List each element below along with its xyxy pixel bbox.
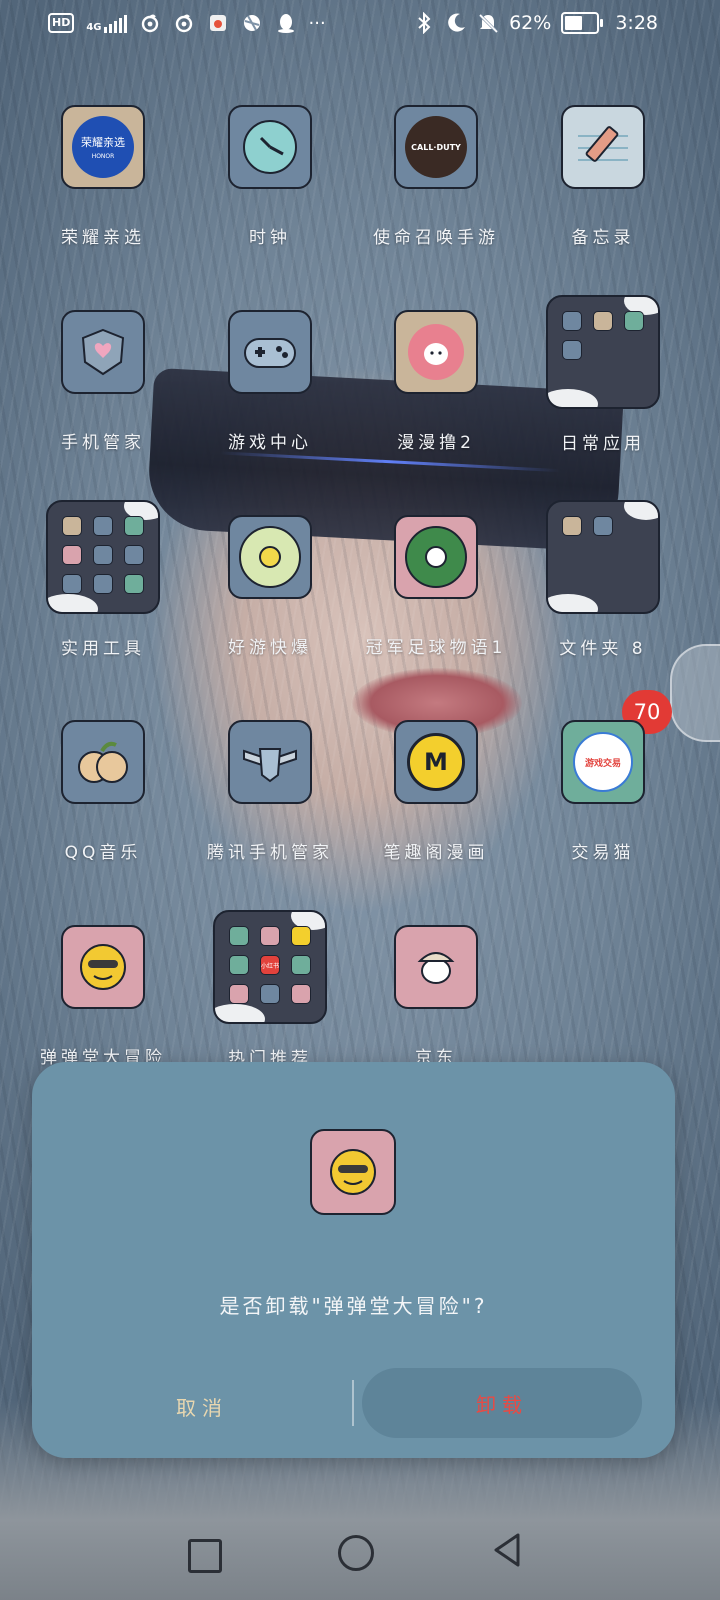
app-game-center[interactable]: 游戏中心 (195, 310, 345, 453)
app-label: 冠军足球物语1 (365, 638, 507, 658)
app-label: 笔趣阁漫画 (383, 843, 489, 863)
jiaoyimao-icon: 游戏交易 (561, 720, 645, 804)
biquge-comic-icon: M (394, 720, 478, 804)
call-of-duty-icon: CALL·DUTY (394, 105, 478, 189)
app-dandantang[interactable]: 弹弹堂大冒险 (28, 925, 178, 1068)
dandantang-icon (310, 1129, 396, 1215)
honor-select-icon: 荣耀亲选 HONOR (61, 105, 145, 189)
app-label: 荣耀亲选 (61, 228, 145, 248)
app-qq-music[interactable]: QQ音乐 (28, 720, 178, 863)
folder-icon (46, 500, 160, 614)
app-notes[interactable]: 备忘录 (528, 105, 678, 248)
notes-icon (561, 105, 645, 189)
navigation-bar (0, 1522, 720, 1600)
app-haoyou-kuaibao[interactable]: 好游快爆 (195, 515, 345, 658)
app-manmanlu[interactable]: 漫漫撸2 (361, 310, 511, 453)
app-jiaoyimao[interactable]: 游戏交易 交易猫 (528, 720, 678, 863)
status-bar: HD 4G ··· 62% 3:28 (0, 0, 720, 48)
app-label: 备忘录 (571, 228, 635, 248)
cancel-button[interactable]: 取消 (132, 1382, 272, 1430)
uninstall-dialog: 是否卸载"弹弹堂大冒险"? 取消 卸载 (32, 1062, 675, 1458)
button-divider (352, 1380, 354, 1426)
app-label: 交易猫 (571, 843, 635, 863)
folder-label: 日常应用 (561, 434, 645, 454)
folder-icon (546, 500, 660, 614)
tencent-manager-icon (228, 720, 312, 804)
back-icon[interactable] (492, 1532, 522, 1568)
champion-football-icon (394, 515, 478, 599)
app-honor-select[interactable]: 荣耀亲选 HONOR 荣耀亲选 (28, 105, 178, 248)
game-center-icon (228, 310, 312, 394)
more-icon: ··· (308, 12, 326, 34)
folder-label: 实用工具 (61, 639, 145, 659)
app-label: 手机管家 (61, 433, 145, 453)
folder-icon: 小红书 (213, 910, 327, 1024)
folder-utilities[interactable]: 实用工具 (28, 500, 178, 659)
do-not-disturb-moon-icon (445, 12, 467, 34)
app-label: 腾讯手机管家 (207, 843, 333, 863)
jd-icon (394, 925, 478, 1009)
qq-music-icon (61, 720, 145, 804)
battery-percent: 62% (509, 12, 552, 34)
dialog-message: 是否卸载"弹弹堂大冒险"? (219, 1294, 488, 1318)
app-call-of-duty[interactable]: CALL·DUTY 使命召唤手游 (361, 105, 511, 248)
manmanlu-icon (394, 310, 478, 394)
app-jd[interactable]: 京东 (361, 925, 511, 1068)
haoyou-kuaibao-icon (228, 515, 312, 599)
app-notification-icon (241, 12, 263, 34)
app-label: 好游快爆 (228, 638, 312, 658)
battery-icon (561, 12, 604, 34)
app-label: 游戏中心 (228, 433, 312, 453)
app-champion-football[interactable]: 冠军足球物语1 (361, 515, 511, 658)
app-notification-icon (207, 12, 229, 34)
app-label: 漫漫撸2 (397, 433, 475, 453)
netease-music-icon (173, 12, 195, 34)
app-clock[interactable]: 时钟 (195, 105, 345, 248)
app-label: QQ音乐 (64, 843, 142, 863)
qq-icon (275, 12, 297, 34)
app-biquge-comic[interactable]: M 笔趣阁漫画 (361, 720, 511, 863)
app-label: 时钟 (249, 228, 291, 248)
clock-time: 3:28 (615, 12, 658, 34)
folder-8[interactable]: 文件夹 8 (528, 500, 678, 659)
app-tencent-manager[interactable]: 腾讯手机管家 (195, 720, 345, 863)
app-phone-manager[interactable]: 手机管家 (28, 310, 178, 453)
recent-apps-icon[interactable] (188, 1539, 222, 1573)
folder-hot-recommend[interactable]: 小红书 热门推荐 (195, 910, 345, 1069)
app-label: 使命召唤手游 (373, 228, 499, 248)
hd-icon: HD (48, 13, 75, 33)
folder-daily-apps[interactable]: 日常应用 (528, 295, 678, 454)
dandantang-icon (61, 925, 145, 1009)
home-icon[interactable] (338, 1535, 374, 1571)
folder-label: 文件夹 8 (559, 639, 647, 659)
mute-bell-icon (477, 12, 499, 34)
4g-signal-icon: 4G (86, 13, 127, 33)
folder-icon (546, 295, 660, 409)
phone-manager-icon (61, 310, 145, 394)
clock-icon (228, 105, 312, 189)
bluetooth-icon (413, 12, 435, 34)
netease-music-icon (139, 12, 161, 34)
uninstall-button[interactable]: 卸载 (362, 1368, 642, 1438)
